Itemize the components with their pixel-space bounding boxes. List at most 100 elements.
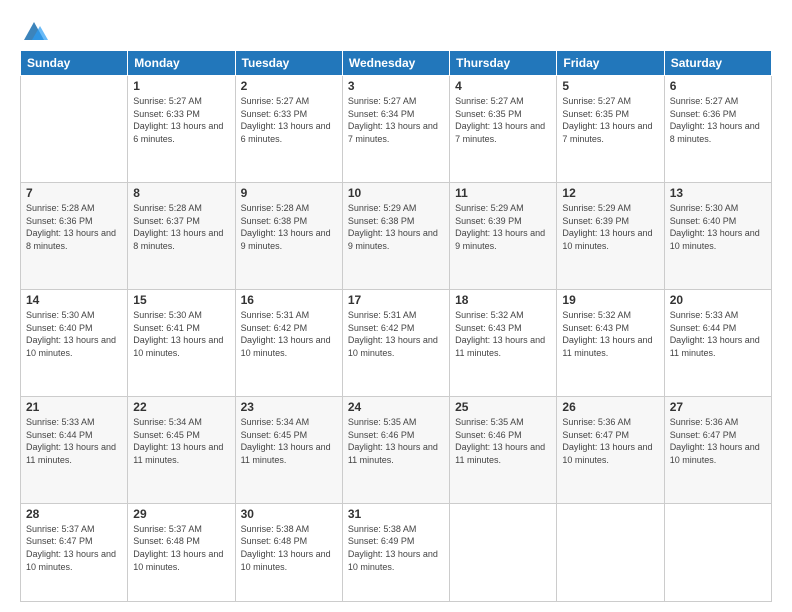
calendar-header-monday: Monday [128, 51, 235, 76]
day-info: Sunrise: 5:28 AMSunset: 6:36 PMDaylight:… [26, 202, 122, 252]
day-info: Sunrise: 5:35 AMSunset: 6:46 PMDaylight:… [455, 416, 551, 466]
day-info: Sunrise: 5:35 AMSunset: 6:46 PMDaylight:… [348, 416, 444, 466]
day-number: 30 [241, 507, 337, 521]
day-info: Sunrise: 5:29 AMSunset: 6:39 PMDaylight:… [455, 202, 551, 252]
calendar-cell: 4 Sunrise: 5:27 AMSunset: 6:35 PMDaylight… [450, 76, 557, 183]
calendar-cell: 3Sunrise: 5:27 AMSunset: 6:34 PMDaylight… [342, 76, 449, 183]
day-number: 25 [455, 400, 551, 414]
calendar-table: SundayMondayTuesdayWednesdayThursdayFrid… [20, 50, 772, 602]
day-info: Sunrise: 5:32 AMSunset: 6:43 PMDaylight:… [455, 309, 551, 359]
day-info: Sunrise: 5:27 AMSunset: 6:36 PMDaylight:… [670, 95, 766, 145]
calendar-header-tuesday: Tuesday [235, 51, 342, 76]
calendar-cell: 6 Sunrise: 5:27 AMSunset: 6:36 PMDaylight… [664, 76, 771, 183]
header [20, 18, 772, 46]
page: SundayMondayTuesdayWednesdayThursdayFrid… [0, 0, 792, 612]
day-info: Sunrise: 5:31 AMSunset: 6:42 PMDaylight:… [348, 309, 444, 359]
day-number: 11 [455, 186, 551, 200]
calendar-cell: 30 Sunrise: 5:38 AMSunset: 6:48 PMDayligh… [235, 503, 342, 601]
calendar-cell: 21 Sunrise: 5:33 AMSunset: 6:44 PMDayligh… [21, 396, 128, 503]
calendar-header-wednesday: Wednesday [342, 51, 449, 76]
day-number: 27 [670, 400, 766, 414]
day-number: 13 [670, 186, 766, 200]
logo-icon [20, 18, 48, 46]
day-number: 17 [348, 293, 444, 307]
day-number: 23 [241, 400, 337, 414]
calendar-cell: 22 Sunrise: 5:34 AMSunset: 6:45 PMDayligh… [128, 396, 235, 503]
day-info: Sunrise: 5:27 AMSunset: 6:35 PMDaylight:… [455, 95, 551, 145]
day-number: 24 [348, 400, 444, 414]
day-number: 10 [348, 186, 444, 200]
calendar-header-saturday: Saturday [664, 51, 771, 76]
day-number: 1 [133, 79, 229, 93]
calendar-week-5: 28 Sunrise: 5:37 AMSunset: 6:47 PMDayligh… [21, 503, 772, 601]
calendar-cell: 10 Sunrise: 5:29 AMSunset: 6:38 PMDayligh… [342, 182, 449, 289]
day-info: Sunrise: 5:36 AMSunset: 6:47 PMDaylight:… [670, 416, 766, 466]
day-number: 15 [133, 293, 229, 307]
calendar-header-thursday: Thursday [450, 51, 557, 76]
day-number: 9 [241, 186, 337, 200]
day-number: 16 [241, 293, 337, 307]
day-info: Sunrise: 5:27 AMSunset: 6:35 PMDaylight:… [562, 95, 658, 145]
calendar-header-sunday: Sunday [21, 51, 128, 76]
calendar-cell: 9 Sunrise: 5:28 AMSunset: 6:38 PMDaylight… [235, 182, 342, 289]
calendar-cell: 19 Sunrise: 5:32 AMSunset: 6:43 PMDayligh… [557, 289, 664, 396]
calendar-header-friday: Friday [557, 51, 664, 76]
calendar-cell: 14 Sunrise: 5:30 AMSunset: 6:40 PMDayligh… [21, 289, 128, 396]
day-info: Sunrise: 5:28 AMSunset: 6:38 PMDaylight:… [241, 202, 337, 252]
day-info: Sunrise: 5:34 AMSunset: 6:45 PMDaylight:… [241, 416, 337, 466]
day-number: 20 [670, 293, 766, 307]
day-info: Sunrise: 5:30 AMSunset: 6:41 PMDaylight:… [133, 309, 229, 359]
calendar-cell: 7 Sunrise: 5:28 AMSunset: 6:36 PMDaylight… [21, 182, 128, 289]
day-info: Sunrise: 5:38 AMSunset: 6:49 PMDaylight:… [348, 523, 444, 573]
day-number: 12 [562, 186, 658, 200]
calendar-cell: 23 Sunrise: 5:34 AMSunset: 6:45 PMDayligh… [235, 396, 342, 503]
calendar-cell [664, 503, 771, 601]
calendar-cell [21, 76, 128, 183]
logo [20, 18, 52, 46]
day-info: Sunrise: 5:37 AMSunset: 6:48 PMDaylight:… [133, 523, 229, 573]
calendar-cell: 18 Sunrise: 5:32 AMSunset: 6:43 PMDayligh… [450, 289, 557, 396]
calendar-cell: 11 Sunrise: 5:29 AMSunset: 6:39 PMDayligh… [450, 182, 557, 289]
day-info: Sunrise: 5:32 AMSunset: 6:43 PMDaylight:… [562, 309, 658, 359]
day-number: 7 [26, 186, 122, 200]
day-number: 5 [562, 79, 658, 93]
calendar-cell: 12Sunrise: 5:29 AMSunset: 6:39 PMDayligh… [557, 182, 664, 289]
day-info: Sunrise: 5:27 AMSunset: 6:33 PMDaylight:… [241, 95, 337, 145]
day-number: 14 [26, 293, 122, 307]
day-info: Sunrise: 5:27 AMSunset: 6:34 PMDaylight:… [348, 95, 444, 145]
day-info: Sunrise: 5:33 AMSunset: 6:44 PMDaylight:… [670, 309, 766, 359]
calendar-week-4: 21 Sunrise: 5:33 AMSunset: 6:44 PMDayligh… [21, 396, 772, 503]
day-info: Sunrise: 5:30 AMSunset: 6:40 PMDaylight:… [26, 309, 122, 359]
calendar-week-1: 1 Sunrise: 5:27 AMSunset: 6:33 PMDaylight… [21, 76, 772, 183]
calendar-week-3: 14 Sunrise: 5:30 AMSunset: 6:40 PMDayligh… [21, 289, 772, 396]
day-info: Sunrise: 5:31 AMSunset: 6:42 PMDaylight:… [241, 309, 337, 359]
calendar-cell: 8 Sunrise: 5:28 AMSunset: 6:37 PMDaylight… [128, 182, 235, 289]
day-number: 29 [133, 507, 229, 521]
day-number: 2 [241, 79, 337, 93]
calendar-cell: 17 Sunrise: 5:31 AMSunset: 6:42 PMDayligh… [342, 289, 449, 396]
day-info: Sunrise: 5:29 AMSunset: 6:38 PMDaylight:… [348, 202, 444, 252]
day-number: 26 [562, 400, 658, 414]
day-info: Sunrise: 5:33 AMSunset: 6:44 PMDaylight:… [26, 416, 122, 466]
day-number: 4 [455, 79, 551, 93]
day-number: 18 [455, 293, 551, 307]
day-number: 21 [26, 400, 122, 414]
calendar-cell: 29 Sunrise: 5:37 AMSunset: 6:48 PMDayligh… [128, 503, 235, 601]
day-number: 31 [348, 507, 444, 521]
calendar-cell [557, 503, 664, 601]
day-number: 6 [670, 79, 766, 93]
day-info: Sunrise: 5:37 AMSunset: 6:47 PMDaylight:… [26, 523, 122, 573]
calendar-week-2: 7 Sunrise: 5:28 AMSunset: 6:36 PMDaylight… [21, 182, 772, 289]
day-number: 22 [133, 400, 229, 414]
day-info: Sunrise: 5:28 AMSunset: 6:37 PMDaylight:… [133, 202, 229, 252]
calendar-cell: 2 Sunrise: 5:27 AMSunset: 6:33 PMDaylight… [235, 76, 342, 183]
day-info: Sunrise: 5:30 AMSunset: 6:40 PMDaylight:… [670, 202, 766, 252]
day-info: Sunrise: 5:38 AMSunset: 6:48 PMDaylight:… [241, 523, 337, 573]
day-number: 28 [26, 507, 122, 521]
calendar-cell: 25 Sunrise: 5:35 AMSunset: 6:46 PMDayligh… [450, 396, 557, 503]
calendar-cell: 26Sunrise: 5:36 AMSunset: 6:47 PMDayligh… [557, 396, 664, 503]
day-number: 19 [562, 293, 658, 307]
day-number: 8 [133, 186, 229, 200]
calendar-cell: 15 Sunrise: 5:30 AMSunset: 6:41 PMDayligh… [128, 289, 235, 396]
day-info: Sunrise: 5:34 AMSunset: 6:45 PMDaylight:… [133, 416, 229, 466]
